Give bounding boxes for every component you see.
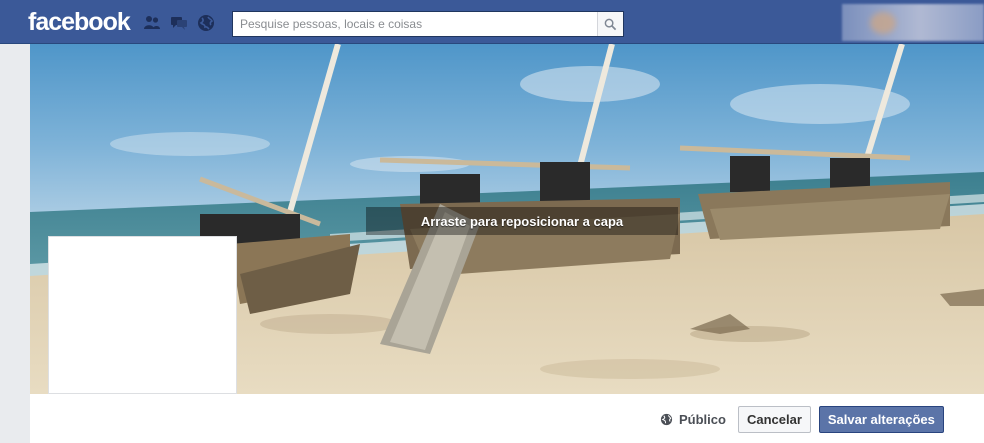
privacy-selector[interactable]: Público (660, 412, 726, 427)
search-input[interactable] (233, 12, 597, 36)
profile-picture-placeholder[interactable] (48, 236, 237, 394)
avatar (870, 12, 896, 34)
globe-notifications-icon[interactable] (196, 13, 216, 33)
notification-jewels (142, 13, 216, 33)
top-bar: facebook (0, 0, 984, 44)
left-margin (0, 44, 30, 443)
user-profile-link-blurred[interactable] (842, 4, 984, 41)
reposition-cover-hint: Arraste para reposicionar a capa (366, 207, 678, 235)
facebook-logo[interactable]: facebook (28, 8, 131, 37)
messages-icon[interactable] (169, 13, 189, 33)
privacy-label: Público (679, 411, 726, 427)
search-button[interactable] (597, 12, 623, 36)
cancel-button[interactable]: Cancelar (737, 405, 811, 433)
globe-icon (660, 413, 673, 425)
cover-edit-actions: Público Cancelar Salvar alterações (660, 404, 944, 434)
friend-requests-icon[interactable] (142, 13, 162, 33)
save-changes-button[interactable]: Salvar alterações (818, 405, 944, 433)
search-box (232, 11, 624, 37)
magnifier-icon (604, 18, 617, 30)
